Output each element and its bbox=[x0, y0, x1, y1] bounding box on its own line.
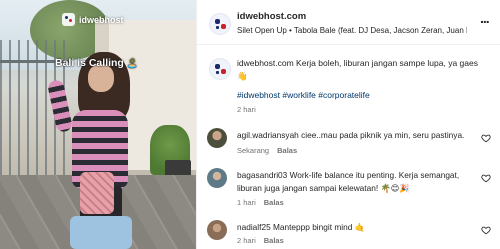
caption-hashtags[interactable]: #idwebhost #worklife #corporatelife bbox=[237, 90, 370, 100]
more-options-icon[interactable]: ... bbox=[480, 11, 490, 25]
comment-meta: Sekarang Balas bbox=[237, 146, 297, 155]
comment-meta: 2 hari Balas bbox=[237, 236, 284, 245]
heart-icon[interactable] bbox=[481, 173, 491, 183]
suitcase bbox=[70, 216, 132, 249]
audio-track-link[interactable]: Silet Open Up • Tabola Bale (feat. DJ De… bbox=[237, 26, 467, 35]
commenter-avatar[interactable] bbox=[207, 168, 227, 188]
commenter-avatar[interactable] bbox=[207, 220, 227, 240]
video-overlay-caption: Bali is Calling 🏝️ bbox=[55, 57, 138, 69]
post-details-panel: idwebhost.com Silet Open Up • Tabola Bal… bbox=[196, 0, 500, 249]
comment-text: nadialf25 Manteppp bingit mind 🤙 bbox=[237, 222, 365, 232]
username-link[interactable]: idwebhost.com bbox=[237, 11, 306, 22]
overlay-text: Bali is Calling bbox=[55, 57, 124, 69]
post-header: idwebhost.com Silet Open Up • Tabola Bal… bbox=[197, 0, 500, 45]
heart-icon[interactable] bbox=[481, 133, 491, 143]
comment-text: agil.wadriansyah ciee..mau pada piknik y… bbox=[237, 130, 465, 140]
comment-timestamp: Sekarang bbox=[237, 146, 270, 155]
commenter-avatar[interactable] bbox=[207, 128, 227, 148]
watermark-logo-icon bbox=[62, 13, 75, 26]
caption-text: idwebhost.com Kerja boleh, liburan janga… bbox=[237, 58, 478, 81]
reply-button[interactable]: Balas bbox=[277, 146, 297, 155]
comment-meta: 1 hari Balas bbox=[237, 198, 284, 207]
tote-bag bbox=[80, 172, 114, 214]
comment-timestamp: 1 hari bbox=[237, 198, 256, 207]
watermark-text: idwebhost bbox=[79, 14, 124, 25]
comment-timestamp: 2 hari bbox=[237, 236, 256, 245]
reply-button[interactable]: Balas bbox=[264, 236, 284, 245]
caption-avatar[interactable] bbox=[209, 58, 231, 80]
heart-icon[interactable] bbox=[481, 225, 491, 235]
comment-text: bagasandri03 Work-life balance itu penti… bbox=[237, 170, 460, 193]
video-player[interactable]: idwebhost Bali is Calling 🏝️ bbox=[0, 0, 196, 249]
caption-timestamp: 2 hari bbox=[237, 105, 256, 114]
reply-button[interactable]: Balas bbox=[264, 198, 284, 207]
avatar[interactable] bbox=[209, 13, 231, 35]
video-watermark: idwebhost bbox=[62, 13, 124, 26]
overlay-emoji: 🏝️ bbox=[126, 57, 139, 68]
